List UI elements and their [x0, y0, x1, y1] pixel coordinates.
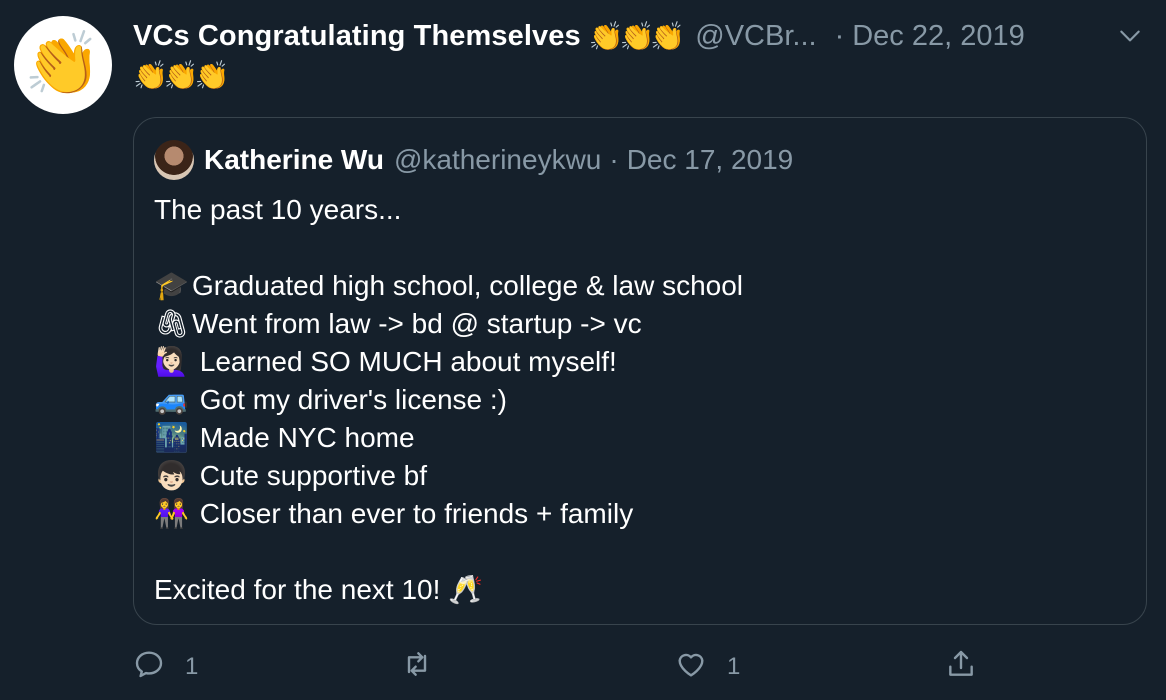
- reply-button[interactable]: 1: [133, 642, 198, 692]
- name-emoji: 👏👏👏: [588, 20, 686, 52]
- quoted-tweet-date: Dec 17, 2019: [626, 144, 794, 175]
- list-item-text: Learned SO MUCH about myself!: [192, 346, 617, 377]
- list-item: 🌃 Made NYC home: [154, 419, 743, 457]
- list-item: 🙋🏻‍♀️ Learned SO MUCH about myself!: [154, 343, 743, 381]
- quoted-author-avatar: [154, 140, 194, 180]
- retweet-icon: [401, 648, 433, 687]
- list-item-text: Graduated high school, college & law sch…: [192, 270, 744, 301]
- list-item-text: Closer than ever to friends + family: [192, 498, 634, 529]
- quoted-tweet[interactable]: Katherine Wu @katherineykwu · Dec 17, 20…: [133, 117, 1147, 625]
- quoted-outro: Excited for the next 10! 🥂: [154, 571, 743, 609]
- raising-hand-icon: 🙋🏻‍♀️: [154, 346, 189, 377]
- graduation-cap-icon: 🎓: [154, 270, 189, 301]
- paperclips-icon: 🖇: [154, 308, 190, 339]
- quoted-intro: The past 10 years...: [154, 194, 402, 225]
- user-handle[interactable]: @VCBr...: [695, 20, 816, 53]
- list-item: 🎓 Graduated high school, college & law sc…: [154, 267, 743, 305]
- reply-icon: [133, 648, 165, 687]
- display-name[interactable]: VCs Congratulating Themselves: [133, 20, 581, 53]
- like-icon: [675, 648, 707, 687]
- like-count: 1: [727, 653, 741, 680]
- clapping-hands-icon: 👏: [24, 30, 102, 99]
- separator-dot: ·: [609, 144, 619, 175]
- list-item-text: Got my driver's license :): [192, 384, 507, 415]
- share-icon: [945, 648, 977, 687]
- car-icon: 🚙: [154, 384, 189, 415]
- quoted-author-handle: @katherineykwu: [393, 144, 602, 175]
- quoted-tweet-header: Katherine Wu @katherineykwu · Dec 17, 20…: [154, 140, 793, 180]
- tweet-actions: 1 1: [133, 642, 1147, 692]
- retweet-button[interactable]: [401, 642, 453, 692]
- outro-text: Excited for the next 10!: [154, 574, 441, 605]
- quoted-author-name: Katherine Wu: [204, 144, 384, 175]
- two-women-icon: 👭: [154, 498, 189, 529]
- boy-icon: 👦🏻: [154, 460, 189, 491]
- name-emoji-continued: 👏👏👏: [133, 60, 230, 91]
- list-item: 🚙 Got my driver's license :): [154, 381, 743, 419]
- list-item: 👭 Closer than ever to friends + family: [154, 495, 743, 533]
- list-item: 👦🏻 Cute supportive bf: [154, 457, 743, 495]
- tweet-date[interactable]: Dec 22, 2019: [852, 20, 1025, 53]
- tweet-header: VCs Congratulating Themselves 👏👏👏 @VCBr.…: [133, 16, 1146, 56]
- chevron-down-icon[interactable]: [1114, 20, 1146, 52]
- night-city-icon: 🌃: [154, 422, 189, 453]
- tweet[interactable]: 👏 VCs Congratulating Themselves 👏👏👏 @VCB…: [0, 0, 1166, 700]
- list-item-text: Cute supportive bf: [192, 460, 428, 491]
- quoted-tweet-text: The past 10 years... 🎓 Graduated high sch…: [154, 191, 743, 609]
- clinking-glasses-icon: 🥂: [448, 574, 484, 605]
- share-button[interactable]: [945, 642, 977, 692]
- reply-count: 1: [185, 653, 199, 680]
- list-item-text: Made NYC home: [192, 422, 415, 453]
- like-button[interactable]: 1: [675, 642, 740, 692]
- list-item: 🖇Went from law -> bd @ startup -> vc: [154, 305, 743, 343]
- profile-avatar[interactable]: 👏: [14, 16, 112, 114]
- separator-dot: ·: [834, 19, 845, 52]
- list-item-text: Went from law -> bd @ startup -> vc: [192, 308, 642, 339]
